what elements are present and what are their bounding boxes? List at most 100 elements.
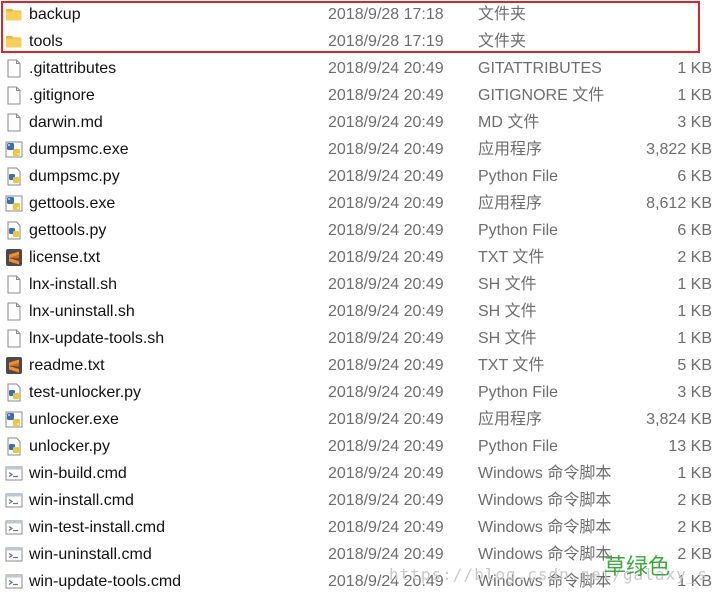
file-date: 2018/9/24 20:49 xyxy=(328,168,444,185)
sublime-text-icon xyxy=(5,248,23,267)
file-date: 2018/9/24 20:49 xyxy=(328,384,444,401)
file-date: 2018/9/24 20:49 xyxy=(328,60,444,77)
file-name: win-test-install.cmd xyxy=(29,519,166,536)
python-exe-icon xyxy=(5,410,23,429)
file-size: 5 KB xyxy=(677,357,712,374)
file-date: 2018/9/28 17:18 xyxy=(328,6,444,23)
file-date: 2018/9/24 20:49 xyxy=(328,519,444,536)
file-row[interactable]: dumpsmc.py 2018/9/24 20:49 Python File 6 KB xyxy=(0,163,724,190)
file-size: 1 KB xyxy=(677,303,712,320)
file-size: 2 KB xyxy=(677,492,712,509)
file-size: 8,612 KB xyxy=(646,195,712,212)
file-row[interactable]: lnx-update-tools.sh 2018/9/24 20:49 SH 文件 1… xyxy=(0,325,724,352)
file-type: Python File xyxy=(478,168,559,185)
file-size: 2 KB xyxy=(677,249,712,266)
file-name: gettools.py xyxy=(29,222,107,239)
python-file-icon xyxy=(5,437,23,456)
file-type: TXT 文件 xyxy=(478,249,545,266)
file-date: 2018/9/24 20:49 xyxy=(328,357,444,374)
file-size: 3 KB xyxy=(677,384,712,401)
cmd-script-icon xyxy=(5,491,23,510)
file-icon xyxy=(5,275,23,294)
file-date: 2018/9/24 20:49 xyxy=(328,195,444,212)
file-size: 6 KB xyxy=(677,222,712,239)
file-name: gettools.exe xyxy=(29,195,116,212)
file-type: Python File xyxy=(478,384,559,401)
file-type: Windows 命令脚本 xyxy=(478,492,612,509)
cmd-script-icon xyxy=(5,572,23,591)
file-size: 1 KB xyxy=(677,465,712,482)
file-row[interactable]: unlocker.py 2018/9/24 20:49 Python File 13 … xyxy=(0,433,724,460)
file-row[interactable]: lnx-install.sh 2018/9/24 20:49 SH 文件 1 KB xyxy=(0,271,724,298)
python-file-icon xyxy=(5,221,23,240)
folder-icon xyxy=(5,5,23,24)
file-type: Windows 命令脚本 xyxy=(478,465,612,482)
file-name: backup xyxy=(29,6,81,23)
file-row[interactable]: readme.txt 2018/9/24 20:49 TXT 文件 5 KB xyxy=(0,352,724,379)
file-size: 13 KB xyxy=(668,438,712,455)
file-date: 2018/9/24 20:49 xyxy=(328,249,444,266)
file-icon xyxy=(5,113,23,132)
file-type: SH 文件 xyxy=(478,303,537,320)
file-row[interactable]: gettools.py 2018/9/24 20:49 Python File 6 K… xyxy=(0,217,724,244)
file-size: 1 KB xyxy=(677,276,712,293)
file-row[interactable]: win-test-install.cmd 2018/9/24 20:49 Windo… xyxy=(0,514,724,541)
file-date: 2018/9/24 20:49 xyxy=(328,438,444,455)
file-row[interactable]: unlocker.exe 2018/9/24 20:49 应用程序 3,824 KB xyxy=(0,406,724,433)
file-name: unlocker.exe xyxy=(29,411,119,428)
file-size: 3 KB xyxy=(677,114,712,131)
file-name: lnx-uninstall.sh xyxy=(29,303,135,320)
file-type: MD 文件 xyxy=(478,114,540,131)
file-type: Windows 命令脚本 xyxy=(478,573,612,590)
file-date: 2018/9/24 20:49 xyxy=(328,303,444,320)
sublime-text-icon xyxy=(5,356,23,375)
file-icon xyxy=(5,86,23,105)
file-row[interactable]: win-install.cmd 2018/9/24 20:49 Windows 命令… xyxy=(0,487,724,514)
file-row[interactable]: license.txt 2018/9/24 20:49 TXT 文件 2 KB xyxy=(0,244,724,271)
file-type: SH 文件 xyxy=(478,276,537,293)
file-size: 1 KB xyxy=(677,330,712,347)
file-row[interactable]: win-build.cmd 2018/9/24 20:49 Windows 命令脚本… xyxy=(0,460,724,487)
file-row[interactable]: .gitignore 2018/9/24 20:49 GITIGNORE 文件 1 K… xyxy=(0,82,724,109)
folder-icon xyxy=(5,32,23,51)
file-row[interactable]: gettools.exe 2018/9/24 20:49 应用程序 8,612 KB xyxy=(0,190,724,217)
file-name: unlocker.py xyxy=(29,438,110,455)
file-type: GITATTRIBUTES xyxy=(478,60,602,77)
file-type: Windows 命令脚本 xyxy=(478,546,612,563)
file-row[interactable]: backup 2018/9/28 17:18 文件夹 xyxy=(0,1,724,28)
file-row[interactable]: .gitattributes 2018/9/24 20:49 GITATTRIBUT… xyxy=(0,55,724,82)
file-size: 3,822 KB xyxy=(646,141,712,158)
file-date: 2018/9/24 20:49 xyxy=(328,276,444,293)
file-date: 2018/9/24 20:49 xyxy=(328,222,444,239)
file-row[interactable]: win-uninstall.cmd 2018/9/24 20:49 Windows … xyxy=(0,541,724,568)
file-size: 6 KB xyxy=(677,168,712,185)
file-row[interactable]: lnx-uninstall.sh 2018/9/24 20:49 SH 文件 1 KB xyxy=(0,298,724,325)
file-type: 应用程序 xyxy=(478,141,543,158)
file-name: win-build.cmd xyxy=(29,465,127,482)
file-name: win-uninstall.cmd xyxy=(29,546,152,563)
file-name: win-update-tools.cmd xyxy=(29,573,182,590)
file-type: 文件夹 xyxy=(478,33,527,50)
file-name: license.txt xyxy=(29,249,101,266)
file-row[interactable]: test-unlocker.py 2018/9/24 20:49 Python Fi… xyxy=(0,379,724,406)
file-type: TXT 文件 xyxy=(478,357,545,374)
file-date: 2018/9/24 20:49 xyxy=(328,465,444,482)
file-row[interactable]: darwin.md 2018/9/24 20:49 MD 文件 3 KB xyxy=(0,109,724,136)
file-row[interactable]: dumpsmc.exe 2018/9/24 20:49 应用程序 3,822 KB xyxy=(0,136,724,163)
file-row[interactable]: tools 2018/9/28 17:19 文件夹 xyxy=(0,28,724,55)
file-row[interactable]: win-update-tools.cmd 2018/9/24 20:49 Windo… xyxy=(0,568,724,595)
file-date: 2018/9/24 20:49 xyxy=(328,87,444,104)
file-date: 2018/9/24 20:49 xyxy=(328,141,444,158)
python-exe-icon xyxy=(5,140,23,159)
file-type: SH 文件 xyxy=(478,330,537,347)
file-icon xyxy=(5,302,23,321)
file-name: tools xyxy=(29,33,63,50)
file-type: 应用程序 xyxy=(478,411,543,428)
file-name: lnx-install.sh xyxy=(29,276,118,293)
cmd-script-icon xyxy=(5,518,23,537)
file-name: dumpsmc.exe xyxy=(29,141,129,158)
file-type: GITIGNORE 文件 xyxy=(478,87,605,104)
file-date: 2018/9/24 20:49 xyxy=(328,573,444,590)
file-type: 文件夹 xyxy=(478,6,527,23)
file-size: 1 KB xyxy=(677,60,712,77)
